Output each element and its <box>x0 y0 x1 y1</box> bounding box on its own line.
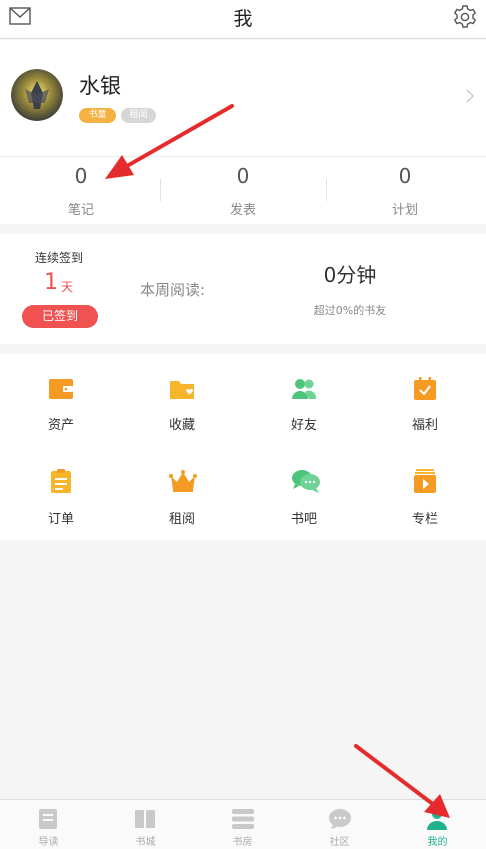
grid-item-column[interactable]: 专栏 <box>364 354 486 527</box>
clipboard-icon <box>48 468 74 494</box>
tab-label: 我的 <box>427 837 448 848</box>
crown-icon <box>169 468 197 494</box>
bookshelf-icon <box>231 808 254 830</box>
streak-days: 1 <box>44 270 58 295</box>
stat-label: 发表 <box>229 203 256 218</box>
stat-plans[interactable]: 0 计划 <box>324 157 486 225</box>
top-bar: 我 <box>0 0 486 39</box>
tab-label: 书城 <box>135 837 156 848</box>
tab-label: 导读 <box>38 837 59 848</box>
play-book-icon <box>412 468 438 494</box>
username: 水银 <box>79 74 121 98</box>
annotation-arrow-icon <box>105 104 234 179</box>
gear-icon[interactable] <box>452 4 478 34</box>
avatar[interactable] <box>11 69 63 121</box>
annotation-arrow-icon <box>354 744 450 818</box>
grid-item-label: 专栏 <box>411 512 438 527</box>
stat-label: 笔记 <box>67 203 94 218</box>
grid-item-label: 租阅 <box>168 512 195 527</box>
grid-item-rent[interactable]: 租阅 <box>121 354 243 527</box>
streak-unit: 天 <box>61 280 74 294</box>
community-icon <box>328 808 351 830</box>
guide-icon <box>37 808 59 830</box>
grid-item-label: 订单 <box>47 512 74 527</box>
tab-guide[interactable]: 导读 <box>0 800 97 849</box>
grid-item-book-bar[interactable]: 书吧 <box>243 354 365 527</box>
stat-value: 0 <box>398 164 412 188</box>
grid-item-orders[interactable]: 订单 <box>0 354 122 527</box>
bookstore-icon <box>134 808 156 830</box>
streak-label: 连续签到 <box>35 251 84 265</box>
reading-percent: 超过0%的书友 <box>313 304 387 317</box>
profile-card[interactable]: 水银 书童 租阅 <box>0 40 486 156</box>
stats-row: 0 笔记 0 发表 0 计划 <box>0 156 486 224</box>
signin-panel: 连续签到 1 天 已签到 本周阅读: 0分钟 超过0%的书友 <box>0 234 486 344</box>
tab-bookstore[interactable]: 书城 <box>97 800 194 849</box>
week-reading-minutes: 0分钟 <box>323 263 377 287</box>
feature-grid: 资产 收藏 好友 福利 订单 租阅 书吧 专栏 <box>0 354 486 540</box>
tab-bookshelf[interactable]: 书房 <box>194 800 291 849</box>
tab-label: 社区 <box>329 837 350 848</box>
chat-bubbles-icon <box>291 468 320 494</box>
stat-label: 计划 <box>391 203 418 218</box>
chevron-right-icon[interactable] <box>466 88 474 107</box>
tab-label: 书房 <box>232 837 253 848</box>
week-reading-label: 本周阅读: <box>140 281 206 299</box>
grid-item-label: 书吧 <box>290 512 317 527</box>
signed-in-button[interactable]: 已签到 <box>22 305 98 328</box>
page-title: 我 <box>233 8 253 30</box>
